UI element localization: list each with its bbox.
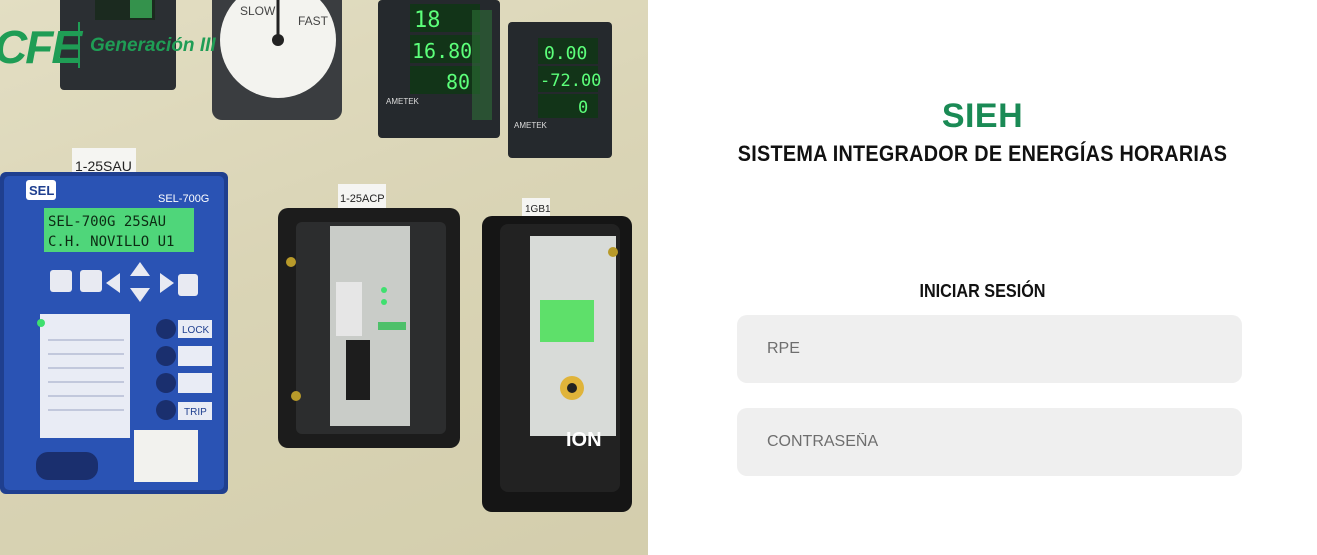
relay-brand: SEL	[29, 183, 54, 198]
app-subtitle: SISTEMA INTEGRADOR DE ENERGÍAS HORARIAS	[737, 141, 1228, 166]
meter-b-reading-3: 0	[578, 98, 588, 118]
sync-slow-label: SLOW	[240, 4, 276, 18]
tag-1-25sau: 1-25SAU	[75, 158, 132, 174]
meter-b-reading-2: -72.00	[540, 71, 601, 91]
sync-fast-label: FAST	[298, 14, 329, 28]
meter-b-brand: AMETEK	[514, 121, 548, 130]
tag-1-25acp: 1-25ACP	[340, 193, 385, 205]
relay-display-line-1: SEL-700G 25SAU	[48, 214, 166, 230]
meter-a-reading-2: 16.80	[412, 39, 472, 63]
brand-divider	[78, 22, 80, 68]
meter-a-brand: AMETEK	[386, 97, 420, 106]
relay-model: SEL-700G	[158, 193, 209, 205]
meter-a-reading-1: 18	[414, 8, 441, 33]
rpe-input[interactable]	[737, 315, 1242, 383]
hero-photo: SLOW FAST 18 16.80 80 AMETEK 0.00 -72.00…	[0, 0, 648, 555]
tag-1gb1: 1GB1	[525, 204, 551, 215]
cfe-brand: CFE Generación III	[0, 18, 240, 73]
login-panel: SIEH SISTEMA INTEGRADOR DE ENERGÍAS HORA…	[648, 0, 1317, 555]
cfe-logo: CFE	[0, 21, 82, 73]
ion-brand: ION	[566, 429, 602, 451]
relay-lock-label: LOCK	[182, 325, 210, 336]
meter-a-reading-3: 80	[446, 70, 470, 94]
relay-trip-label: TRIP	[184, 407, 207, 418]
relay-display-line-2: C.H. NOVILLO U1	[48, 234, 174, 250]
meter-b-reading-1: 0.00	[544, 43, 587, 64]
login-heading: INICIAR SESIÓN	[919, 281, 1046, 301]
control-panel-illustration: SLOW FAST 18 16.80 80 AMETEK 0.00 -72.00…	[0, 0, 648, 555]
app-title: SIEH	[941, 97, 1024, 135]
brand-subtitle: Generación III	[90, 35, 216, 56]
password-input[interactable]	[737, 408, 1242, 476]
